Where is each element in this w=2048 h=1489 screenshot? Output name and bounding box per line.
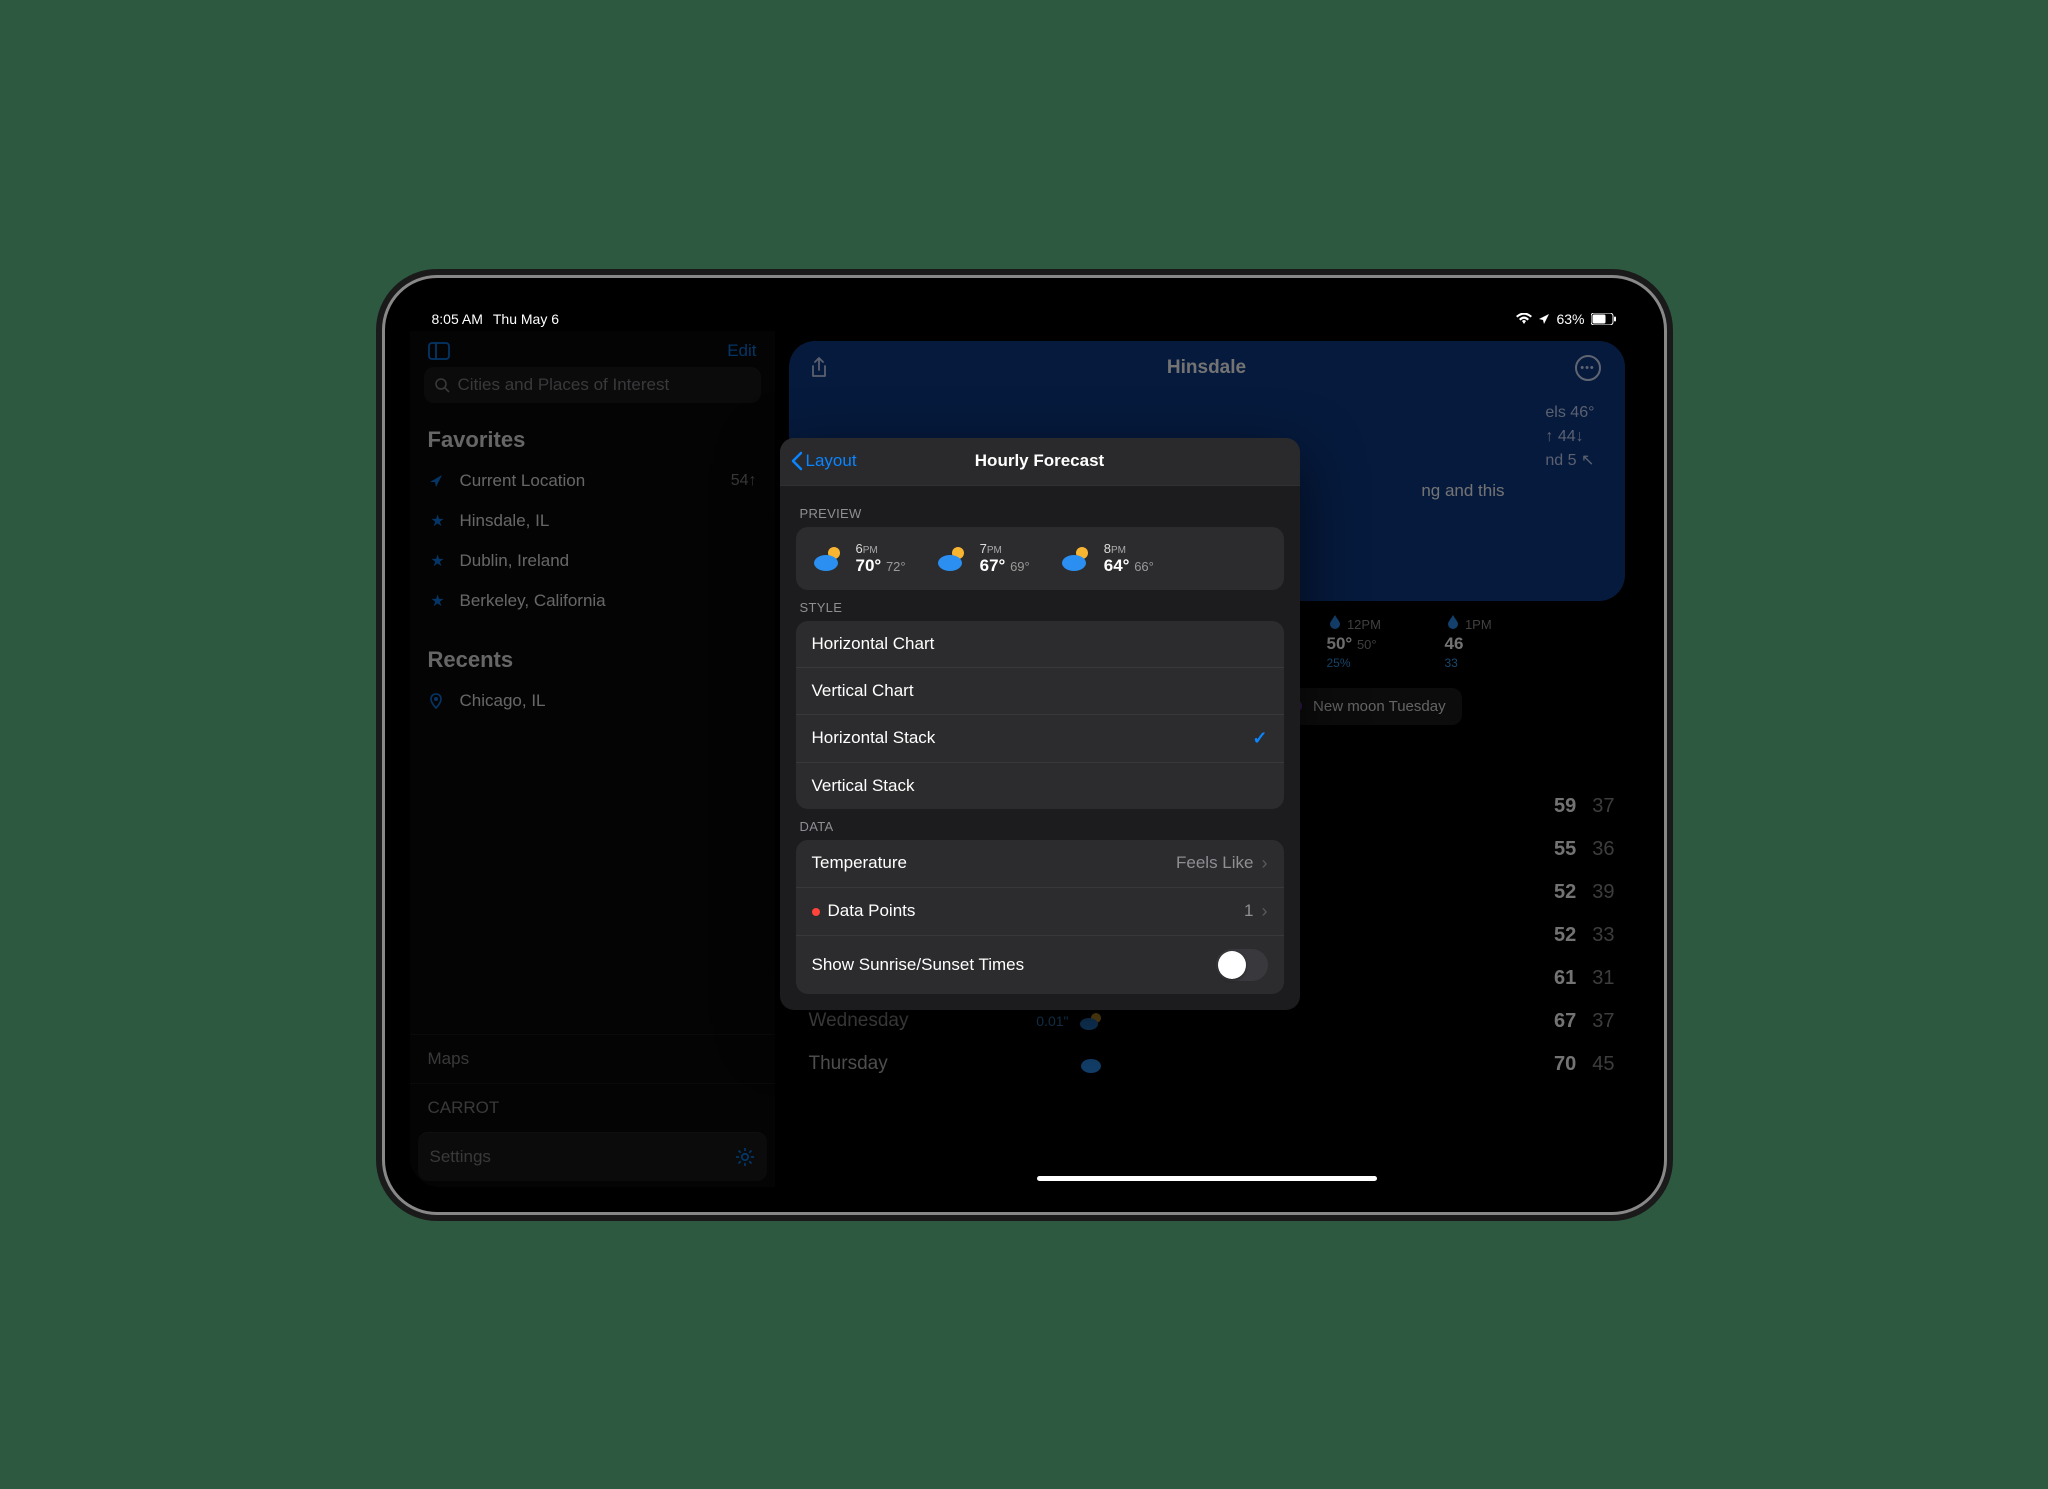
tab-label: CARROT — [428, 1098, 500, 1118]
back-button[interactable]: Layout — [780, 451, 857, 471]
battery-icon — [1591, 313, 1617, 325]
home-indicator[interactable] — [1037, 1176, 1377, 1181]
sidebar-item-dublin[interactable]: ★ Dublin, Ireland — [410, 541, 775, 581]
partly-cloudy-icon — [936, 541, 970, 575]
sidebar-toggle-icon[interactable] — [428, 342, 450, 360]
hour-item[interactable]: 1PM 46 33 — [1445, 613, 1547, 672]
sidebar-item-label: Current Location — [460, 471, 586, 491]
star-icon: ★ — [428, 551, 448, 571]
sidebar-item-label: Berkeley, California — [460, 591, 606, 611]
preview-hour: 8PM 64° 66° — [1060, 541, 1154, 576]
favorites-header: Favorites — [410, 419, 775, 461]
status-bar: 8:05 AM Thu May 6 63% — [410, 303, 1639, 331]
sidebar-item-label: Dublin, Ireland — [460, 551, 570, 571]
preview-label: PREVIEW — [796, 496, 1284, 527]
screen: 8:05 AM Thu May 6 63% Edit — [410, 303, 1639, 1187]
data-points-row[interactable]: Data Points 1 › — [796, 888, 1284, 936]
sidebar-item-label: Hinsdale, IL — [460, 511, 550, 531]
sidebar-item-berkeley[interactable]: ★ Berkeley, California — [410, 581, 775, 621]
sidebar-item-current-location[interactable]: Current Location 54↑ — [410, 461, 775, 501]
style-vertical-stack[interactable]: Vertical Stack — [796, 763, 1284, 809]
data-options: Temperature Feels Like › Data Points 1 ›… — [796, 840, 1284, 994]
raindrop-icon — [1327, 613, 1343, 629]
partly-cloudy-icon — [812, 541, 846, 575]
favorites-list: Current Location 54↑ ★ Hinsdale, IL ★ Du… — [410, 461, 775, 621]
popover-navbar: Layout Hourly Forecast — [780, 438, 1300, 486]
tab-label: Settings — [430, 1147, 491, 1167]
data-label: DATA — [796, 809, 1284, 840]
popover-title: Hourly Forecast — [780, 451, 1300, 471]
tab-maps[interactable]: Maps — [410, 1034, 775, 1083]
preview-hour: 7PM 67° 69° — [936, 541, 1030, 576]
wifi-icon — [1516, 313, 1532, 325]
location-arrow-icon — [428, 473, 448, 489]
sidebar-item-label: Chicago, IL — [460, 691, 546, 711]
recents-header: Recents — [410, 639, 775, 681]
search-placeholder: Cities and Places of Interest — [458, 375, 670, 395]
style-horizontal-chart[interactable]: Horizontal Chart — [796, 621, 1284, 668]
partly-cloudy-icon — [1079, 1011, 1109, 1031]
cloudy-icon — [1079, 1054, 1109, 1074]
hour-item[interactable]: 12PM 50° 50° 25% — [1327, 613, 1429, 672]
more-icon[interactable]: ••• — [1575, 355, 1605, 381]
preview-hour: 6PM 70° 72° — [812, 541, 906, 576]
recents-list: Chicago, IL — [410, 681, 775, 721]
style-options: Horizontal Chart Vertical Chart Horizont… — [796, 621, 1284, 809]
sidebar-item-chicago[interactable]: Chicago, IL — [410, 681, 775, 721]
checkmark-icon: ✓ — [1252, 728, 1267, 749]
style-label: STYLE — [796, 590, 1284, 621]
chevron-left-icon — [790, 451, 804, 471]
edit-button[interactable]: Edit — [727, 341, 756, 361]
sidebar-item-meta: 54↑ — [731, 472, 757, 490]
sunrise-sunset-row: Show Sunrise/Sunset Times — [796, 936, 1284, 994]
preview-container: 6PM 70° 72° 7PM 67° 69° 8PM 64° 66° — [796, 527, 1284, 590]
location-icon — [1538, 313, 1550, 325]
day-row[interactable]: Thursday 7045 — [809, 1053, 1625, 1076]
sunrise-toggle[interactable] — [1216, 949, 1268, 981]
temperature-row[interactable]: Temperature Feels Like › — [796, 840, 1284, 888]
style-vertical-chart[interactable]: Vertical Chart — [796, 668, 1284, 715]
sidebar: Edit Cities and Places of Interest Favor… — [410, 331, 775, 1187]
day-row[interactable]: Wednesday 0.01" 6737 — [809, 1010, 1625, 1033]
chevron-right-icon: › — [1262, 901, 1268, 922]
status-date: Thu May 6 — [493, 311, 559, 327]
battery-text: 63% — [1556, 311, 1584, 327]
star-icon: ★ — [428, 511, 448, 531]
search-icon — [434, 377, 450, 393]
partly-cloudy-icon — [1060, 541, 1094, 575]
conditions-description: ng and this — [1421, 481, 1504, 501]
hourly-forecast-popover: Layout Hourly Forecast PREVIEW 6PM 70° 7… — [780, 438, 1300, 1010]
share-icon[interactable] — [809, 356, 839, 380]
sidebar-item-hinsdale[interactable]: ★ Hinsdale, IL — [410, 501, 775, 541]
tab-carrot[interactable]: CARROT — [410, 1083, 775, 1132]
star-icon: ★ — [428, 591, 448, 611]
tab-settings[interactable]: Settings — [418, 1132, 767, 1181]
tab-label: Maps — [428, 1049, 470, 1069]
raindrop-icon — [1445, 613, 1461, 629]
indicator-dot-icon — [812, 908, 820, 916]
status-time: 8:05 AM — [432, 311, 483, 327]
ipad-frame: 8:05 AM Thu May 6 63% Edit — [382, 275, 1667, 1215]
pin-icon — [428, 693, 448, 709]
gear-icon — [735, 1147, 755, 1167]
moon-pill[interactable]: New moon Tuesday — [1273, 688, 1462, 725]
conditions-summary: els 46° ↑ 44↓ nd 5 ↖ — [1545, 401, 1594, 473]
chevron-right-icon: › — [1262, 853, 1268, 874]
location-title: Hinsdale — [839, 357, 1575, 379]
search-input[interactable]: Cities and Places of Interest — [424, 367, 761, 403]
style-horizontal-stack[interactable]: Horizontal Stack ✓ — [796, 715, 1284, 763]
